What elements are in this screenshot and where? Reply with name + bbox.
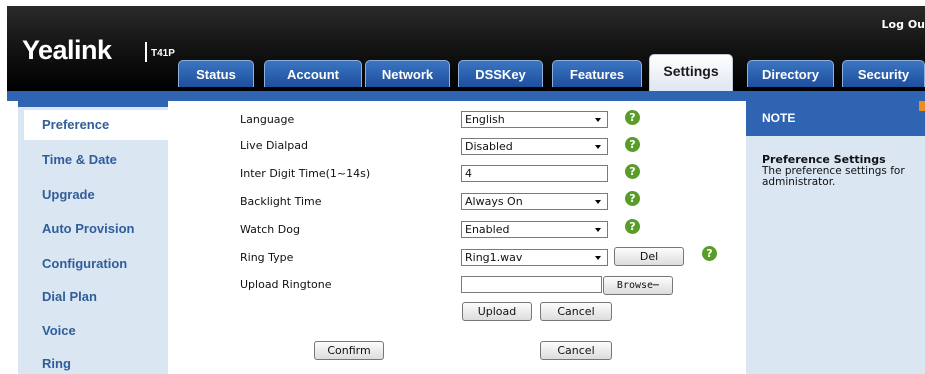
inter-digit-input[interactable]: 4: [461, 165, 608, 182]
chevron-down-icon: [595, 118, 601, 122]
cancel-button[interactable]: Cancel: [540, 341, 612, 360]
model-label: T41P: [151, 48, 175, 59]
sidebar-item-configuration[interactable]: Configuration: [42, 256, 127, 271]
confirm-button[interactable]: Confirm: [314, 341, 384, 360]
sidebar-item-dial-plan[interactable]: Dial Plan: [42, 289, 97, 304]
chevron-down-icon: [595, 200, 601, 204]
upload-cancel-button[interactable]: Cancel: [540, 302, 612, 321]
watch-dog-select[interactable]: Enabled: [461, 221, 608, 238]
language-value: English: [465, 113, 505, 126]
upload-button[interactable]: Upload: [462, 302, 532, 321]
brand-logo: Yealink: [22, 35, 112, 65]
note-panel: NOTE Preference Settings The preference …: [746, 101, 925, 374]
sidebar-item-auto-provision[interactable]: Auto Provision: [42, 221, 134, 236]
chevron-down-icon: [595, 256, 601, 260]
help-icon[interactable]: ?: [625, 219, 640, 234]
help-icon[interactable]: ?: [625, 110, 640, 125]
tab-underline-bar: [7, 91, 925, 101]
tab-directory[interactable]: Directory: [747, 60, 834, 87]
page: Log Ou Yealink T41P Status Account Netwo…: [0, 0, 925, 374]
note-header: NOTE: [746, 101, 925, 136]
sidebar-item-voice[interactable]: Voice: [42, 323, 76, 338]
tab-account[interactable]: Account: [264, 60, 362, 87]
backlight-label: Backlight Time: [240, 195, 322, 208]
live-dialpad-label: Live Dialpad: [240, 139, 308, 152]
ring-type-value: Ring1.wav: [465, 251, 523, 264]
help-icon[interactable]: ?: [625, 164, 640, 179]
upload-ringtone-label: Upload Ringtone: [240, 278, 332, 291]
ring-type-select[interactable]: Ring1.wav: [461, 249, 608, 266]
tab-status[interactable]: Status: [178, 60, 254, 87]
watch-dog-value: Enabled: [465, 223, 510, 236]
live-dialpad-value: Disabled: [465, 140, 513, 153]
tab-settings[interactable]: Settings: [649, 54, 733, 91]
tab-features[interactable]: Features: [552, 60, 642, 87]
sidebar-item-upgrade[interactable]: Upgrade: [42, 187, 95, 202]
chevron-down-icon: [595, 228, 601, 232]
logo-divider: [145, 42, 147, 62]
sidebar-top-bar: [18, 101, 168, 107]
tab-network[interactable]: Network: [365, 60, 450, 87]
backlight-select[interactable]: Always On: [461, 193, 608, 210]
help-icon[interactable]: ?: [702, 246, 717, 261]
tab-security[interactable]: Security: [842, 60, 925, 87]
tab-dsskey[interactable]: DSSKey: [458, 60, 543, 87]
live-dialpad-select[interactable]: Disabled: [461, 138, 608, 155]
language-select[interactable]: English: [461, 111, 608, 128]
ringtone-file-field[interactable]: [461, 276, 602, 293]
language-label: Language: [240, 113, 295, 126]
help-icon[interactable]: ?: [625, 191, 640, 206]
sidebar-item-ring[interactable]: Ring: [42, 356, 71, 371]
sidebar-item-preference[interactable]: Preference: [24, 110, 168, 140]
chevron-down-icon: [595, 145, 601, 149]
note-accent: [919, 101, 925, 111]
inter-digit-label: Inter Digit Time(1~14s): [240, 167, 371, 180]
sidebar: Preference Time & Date Upgrade Auto Prov…: [18, 101, 168, 374]
backlight-value: Always On: [465, 195, 523, 208]
help-icon[interactable]: ?: [625, 137, 640, 152]
delete-ringtone-button[interactable]: Del: [614, 247, 684, 266]
watch-dog-label: Watch Dog: [240, 223, 300, 236]
sidebar-item-time-date[interactable]: Time & Date: [42, 152, 117, 167]
browse-button[interactable]: Browse⋯: [603, 276, 673, 295]
ring-type-label: Ring Type: [240, 251, 294, 264]
logout-link[interactable]: Log Ou: [882, 18, 925, 31]
note-text: The preference settings for administrato…: [762, 165, 905, 188]
